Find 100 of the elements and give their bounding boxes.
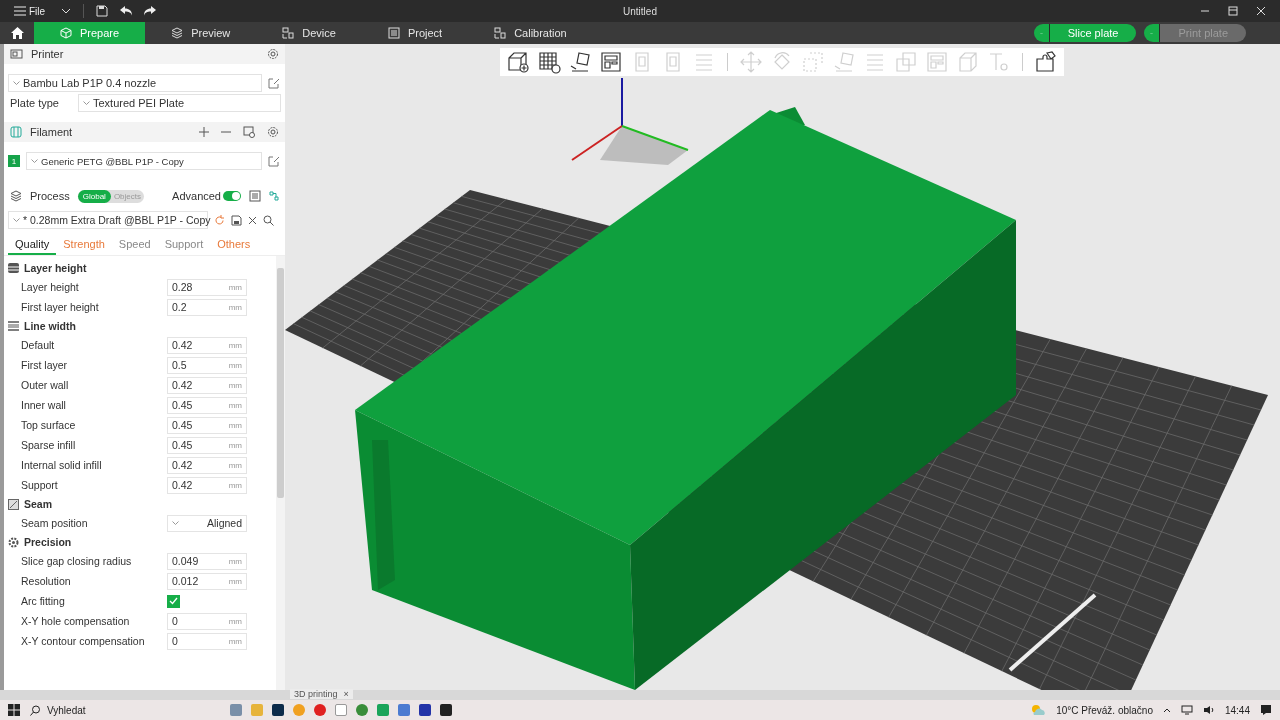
number-field[interactable]: 0.2 mm	[167, 298, 247, 316]
number-field[interactable]: 0.42 mm	[167, 336, 247, 354]
puzzle-icon[interactable]	[1034, 50, 1058, 74]
number-field[interactable]: 0 mm	[167, 632, 247, 650]
setting-label: Arc fitting	[21, 595, 66, 607]
device-icon	[494, 27, 507, 39]
chevron-up-icon[interactable]	[1162, 707, 1171, 713]
setting-label: Internal solid infill	[21, 459, 103, 471]
taskbar-app-icon[interactable]	[440, 704, 452, 716]
save-icon[interactable]	[231, 214, 242, 226]
redo-icon[interactable]	[144, 6, 157, 16]
settings-icon[interactable]	[267, 126, 279, 138]
main-tab[interactable]: Device	[256, 22, 362, 44]
section-title: Filament	[30, 126, 73, 138]
number-field[interactable]: 0.42 mm	[167, 476, 247, 494]
number-field[interactable]: 0.28 mm	[167, 278, 247, 296]
compare-icon[interactable]	[269, 190, 279, 202]
number-field[interactable]: 0.012 mm	[167, 572, 247, 590]
advanced-switch[interactable]	[223, 191, 241, 201]
number-field[interactable]: 0.049 mm	[167, 552, 247, 570]
select-field[interactable]: Aligned	[167, 514, 247, 532]
printer-dropdown[interactable]: Bambu Lab P1P 0.4 nozzle	[8, 74, 262, 92]
windows-logo-icon[interactable]	[8, 704, 20, 716]
taskbar-search-field[interactable]: Vyhledat	[30, 704, 150, 716]
main-tab[interactable]: Project	[361, 22, 469, 44]
plate-type-dropdown[interactable]: Textured PEI Plate	[78, 94, 281, 112]
number-field[interactable]: 0.45 mm	[167, 396, 247, 414]
sync-icon[interactable]	[243, 126, 255, 138]
setting-label: Support	[21, 479, 59, 491]
taskbar-app-icon[interactable]	[419, 704, 431, 716]
setting-label: Seam position	[21, 517, 89, 529]
close-icon[interactable]	[248, 215, 257, 225]
plate-type-label: Plate type	[9, 97, 60, 109]
notification-icon[interactable]	[1260, 704, 1272, 716]
list-icon[interactable]	[249, 190, 261, 202]
number-field[interactable]: 0.42 mm	[167, 456, 247, 474]
layers-icon	[10, 190, 22, 202]
setting-label: X-Y contour compensation	[21, 635, 146, 647]
taskbar-app-icon[interactable]	[314, 704, 326, 716]
search-icon	[30, 704, 41, 716]
settings-tab[interactable]: Support	[157, 235, 211, 255]
maximize-icon[interactable]	[1228, 6, 1238, 16]
document-tab[interactable]: 3D printing ×	[290, 689, 353, 699]
window-title: Untitled	[623, 5, 657, 17]
edit-icon[interactable]	[268, 77, 280, 89]
menu-icon	[14, 6, 26, 16]
line-width-icon	[8, 321, 19, 331]
group-title: Precision	[24, 536, 72, 548]
layout-icon[interactable]	[599, 50, 623, 74]
settings-tab[interactable]: Speed	[111, 235, 158, 255]
taskbar-app-icon[interactable]	[335, 704, 347, 716]
layers-icon	[171, 27, 184, 39]
settings-icon[interactable]	[267, 48, 279, 60]
seam-icon	[8, 498, 19, 510]
setting-label: X-Y hole compensation	[21, 615, 131, 627]
filament-dropdown[interactable]: Generic PETG @BBL P1P - Copy	[26, 152, 262, 170]
cube-icon	[60, 27, 72, 39]
reset-icon[interactable]	[214, 214, 225, 226]
arrange-icon[interactable]	[568, 50, 592, 74]
number-field[interactable]: 0.45 mm	[167, 416, 247, 434]
plus-icon[interactable]	[199, 127, 209, 137]
number-field[interactable]: 0 mm	[167, 612, 247, 630]
section-title: Printer	[31, 48, 64, 60]
settings-tab[interactable]: Quality	[8, 235, 57, 255]
number-field[interactable]: 0.5 mm	[167, 356, 247, 374]
setting-label: Sparse infill	[21, 439, 77, 451]
group-title: Line width	[24, 320, 76, 332]
file-menu[interactable]: File	[10, 5, 50, 17]
setting-label: Inner wall	[21, 399, 67, 411]
setting-label: Slice gap closing radius	[21, 555, 133, 567]
number-field[interactable]: 0.42 mm	[167, 376, 247, 394]
dropdown-button[interactable]	[1144, 24, 1161, 42]
search-icon[interactable]	[263, 214, 274, 226]
checkbox[interactable]	[167, 594, 180, 608]
volume-icon[interactable]	[1202, 705, 1215, 715]
network-icon[interactable]	[1180, 705, 1193, 715]
home-icon	[10, 27, 24, 39]
dropdown-button[interactable]	[1033, 24, 1050, 42]
setting-label: Top surface	[21, 419, 77, 431]
setting-label: First layer height	[21, 301, 100, 313]
taskbar-app-icon[interactable]	[356, 704, 368, 716]
clock[interactable]: 14:44	[1224, 704, 1250, 716]
group-title: Layer height	[24, 262, 87, 274]
setting-label: Layer height	[21, 281, 80, 293]
edit-icon[interactable]	[268, 155, 280, 167]
taskbar-app-icon[interactable]	[272, 704, 284, 716]
weather-text[interactable]: 10°C Převáž. oblačno	[1056, 704, 1153, 716]
main-tab[interactable]: Calibration	[468, 22, 593, 44]
advanced-label: Advanced	[172, 190, 221, 202]
setting-label: First layer	[21, 359, 69, 371]
undo-icon[interactable]	[120, 6, 133, 16]
grid-icon[interactable]	[537, 50, 561, 74]
filament-icon	[10, 126, 22, 138]
number-field[interactable]: 0.45 mm	[167, 436, 247, 454]
device-icon	[282, 27, 295, 39]
section-title: Process	[30, 190, 70, 202]
setting-label: Outer wall	[21, 379, 70, 391]
add-icon[interactable]	[506, 50, 530, 74]
scrollbar[interactable]	[276, 256, 285, 690]
main-tab[interactable]: Preview	[145, 22, 257, 44]
